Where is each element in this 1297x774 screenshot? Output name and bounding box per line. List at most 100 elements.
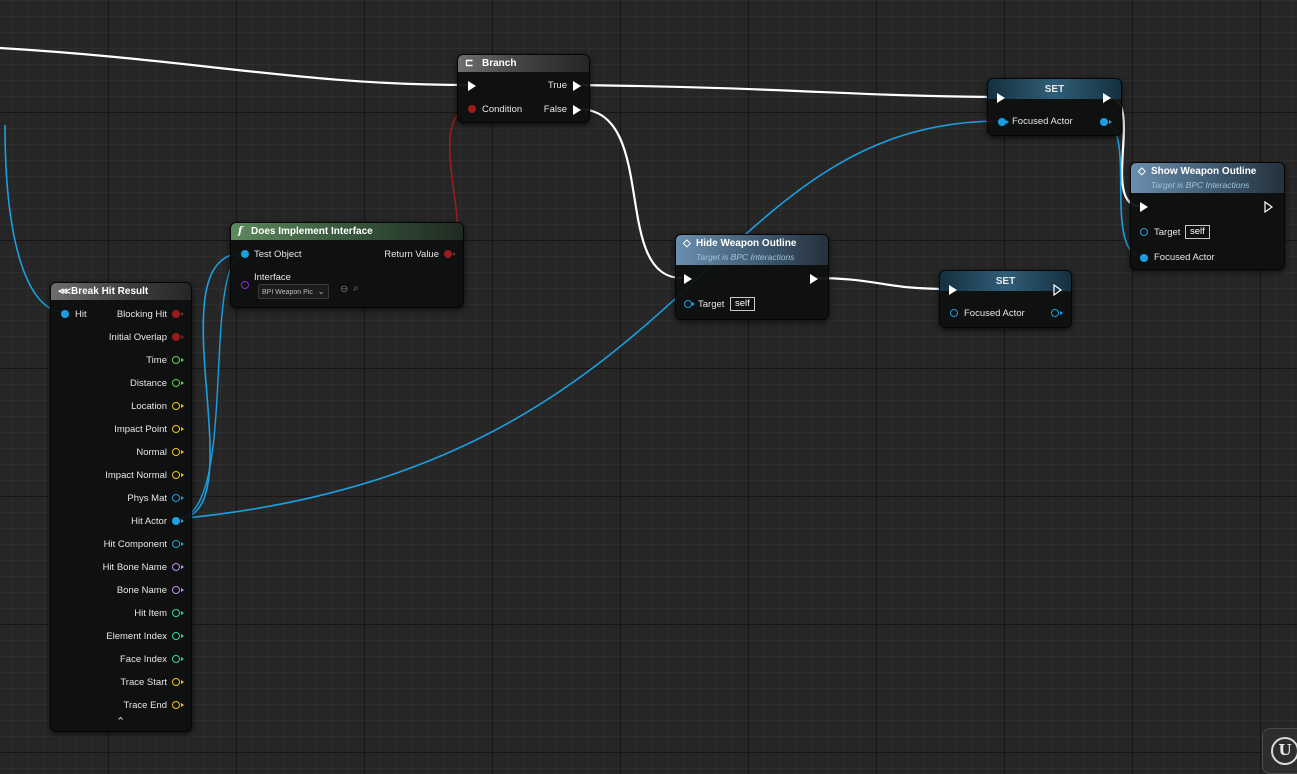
show-weapon-target-value[interactable]: self — [1185, 225, 1210, 239]
hide-weapon-exec-out-pin[interactable] — [810, 274, 818, 284]
hide-weapon-subtitle: Target is BPC Interactions — [696, 252, 795, 262]
break-hit-output-arrow — [181, 518, 184, 523]
set-top-focused-in-arrow — [1006, 119, 1009, 124]
branch-header[interactable]: ⊏ Branch — [458, 55, 589, 72]
break-hit-output-label: Hit Bone Name — [102, 562, 167, 573]
branch-exec-in-pin[interactable] — [468, 81, 476, 91]
hide-weapon-target-pin[interactable] — [684, 300, 692, 308]
break-hit-output-pin[interactable] — [172, 425, 180, 433]
show-weapon-outline-node[interactable]: ◇ Show Weapon Outline Target is BPC Inte… — [1130, 162, 1285, 270]
break-hit-output-label: Trace Start — [120, 677, 167, 688]
break-hit-output-pin[interactable] — [172, 655, 180, 663]
break-hit-output-pin[interactable] — [172, 310, 180, 318]
set-bottom-exec-out-pin[interactable] — [1053, 284, 1063, 296]
break-hit-output-label: Normal — [136, 447, 167, 458]
break-hit-output-arrow — [181, 426, 184, 431]
browse-back-icon[interactable]: ⊖ — [340, 284, 348, 295]
branch-false-label: False — [543, 104, 567, 115]
hit-input-pin[interactable] — [61, 310, 69, 318]
set-top-exec-out-pin[interactable] — [1103, 93, 1111, 103]
break-hit-output-arrow — [181, 449, 184, 454]
set-focused-actor-top-node[interactable]: SET Focused Actor — [987, 78, 1122, 136]
break-hit-output-arrow — [181, 334, 184, 339]
set-bottom-focused-out-arrow — [1060, 310, 1063, 315]
break-hit-output-arrow — [181, 472, 184, 477]
set-top-exec-in-pin[interactable] — [997, 93, 1005, 103]
break-hit-output-arrow — [181, 403, 184, 408]
set-top-focused-out-arrow — [1109, 119, 1112, 124]
test-object-pin[interactable] — [241, 250, 249, 258]
interface-pin[interactable] — [241, 281, 249, 289]
show-weapon-focused-label: Focused Actor — [1154, 252, 1215, 263]
branch-node[interactable]: ⊏ Branch True Condition False — [457, 54, 590, 123]
exec-wire-into-branch — [0, 46, 471, 87]
branch-icon: ⊏ — [465, 58, 474, 69]
return-value-arrow — [453, 251, 456, 256]
set-bottom-header[interactable]: SET — [940, 271, 1071, 291]
search-icon[interactable]: ⌕ — [353, 283, 359, 294]
branch-true-label: True — [547, 80, 567, 91]
interface-select[interactable]: BPI Weapon Pic ⌄ — [258, 284, 329, 299]
show-weapon-focused-pin[interactable] — [1140, 254, 1148, 262]
test-object-label: Test Object — [254, 249, 302, 260]
show-weapon-subtitle: Target is BPC Interactions — [1151, 180, 1250, 190]
break-hit-output-label: Time — [146, 355, 167, 366]
break-hit-output-pin[interactable] — [172, 540, 180, 548]
break-hit-output-pin[interactable] — [172, 333, 180, 341]
break-hit-result-header[interactable]: ⋘ Break Hit Result — [51, 283, 191, 300]
break-hit-output-label: Face Index — [120, 654, 167, 665]
break-hit-output-pin[interactable] — [172, 494, 180, 502]
set-bottom-focused-out-pin[interactable] — [1051, 309, 1059, 317]
break-hit-output-pin[interactable] — [172, 448, 180, 456]
set-bottom-focused-in-pin[interactable] — [950, 309, 958, 317]
break-hit-output-arrow — [181, 702, 184, 707]
set-top-header[interactable]: SET — [988, 79, 1121, 99]
interface-label: Interface — [254, 272, 291, 283]
break-hit-output-pin[interactable] — [172, 632, 180, 640]
break-hit-output-pin[interactable] — [172, 678, 180, 686]
collapse-arrow-icon[interactable]: ⌃ — [116, 715, 125, 728]
break-hit-output-pin[interactable] — [172, 356, 180, 364]
interface-select-value: BPI Weapon Pic — [262, 289, 313, 296]
exec-wire-false-to-hide — [577, 107, 683, 280]
hide-weapon-title: Hide Weapon Outline — [696, 238, 797, 249]
break-hit-output-pin[interactable] — [172, 563, 180, 571]
hide-weapon-target-value[interactable]: self — [730, 297, 755, 311]
break-hit-output-arrow — [181, 380, 184, 385]
break-hit-output-pin[interactable] — [172, 609, 180, 617]
set-bottom-exec-in-pin[interactable] — [949, 285, 957, 295]
break-hit-output-arrow — [181, 357, 184, 362]
chevron-down-icon: ⌄ — [317, 287, 325, 296]
hide-weapon-header[interactable]: ◇ Hide Weapon Outline Target is BPC Inte… — [676, 235, 828, 265]
break-hit-output-pin[interactable] — [172, 517, 180, 525]
set-top-focused-out-pin[interactable] — [1100, 118, 1108, 126]
hide-weapon-target-arrow — [692, 301, 695, 306]
show-weapon-exec-in-pin[interactable] — [1140, 202, 1148, 212]
break-hit-output-pin[interactable] — [172, 586, 180, 594]
break-hit-output-label: Element Index — [106, 631, 167, 642]
branch-condition-pin[interactable] — [468, 105, 476, 113]
return-value-pin[interactable] — [444, 250, 452, 258]
branch-condition-label: Condition — [482, 104, 523, 115]
branch-false-pin[interactable] — [573, 105, 581, 115]
break-hit-output-pin[interactable] — [172, 471, 180, 479]
break-hit-output-arrow — [181, 587, 184, 592]
hide-weapon-outline-node[interactable]: ◇ Hide Weapon Outline Target is BPC Inte… — [675, 234, 829, 320]
break-hit-output-pin[interactable] — [172, 379, 180, 387]
hide-weapon-exec-in-pin[interactable] — [684, 274, 692, 284]
show-weapon-target-pin[interactable] — [1140, 228, 1148, 236]
break-struct-icon: ⋘ — [58, 286, 71, 296]
show-weapon-exec-out-pin[interactable] — [1264, 201, 1274, 213]
set-focused-actor-bottom-node[interactable]: SET Focused Actor — [939, 270, 1072, 328]
does-implement-header[interactable]: f Does Implement Interface — [231, 223, 463, 240]
branch-true-pin[interactable] — [573, 81, 581, 91]
does-implement-interface-node[interactable]: f Does Implement Interface Test Object R… — [230, 222, 464, 308]
show-weapon-header[interactable]: ◇ Show Weapon Outline Target is BPC Inte… — [1131, 163, 1284, 193]
break-hit-output-label: Impact Point — [114, 424, 167, 435]
break-hit-output-pin[interactable] — [172, 402, 180, 410]
set-top-focused-in-pin[interactable] — [998, 118, 1006, 126]
return-value-label: Return Value — [384, 249, 439, 260]
set-bottom-title: SET — [995, 276, 1016, 287]
break-hit-output-pin[interactable] — [172, 701, 180, 709]
break-hit-result-node[interactable]: ⋘ Break Hit Result Hit ⌃ Blocking Hit Ini… — [50, 282, 192, 732]
